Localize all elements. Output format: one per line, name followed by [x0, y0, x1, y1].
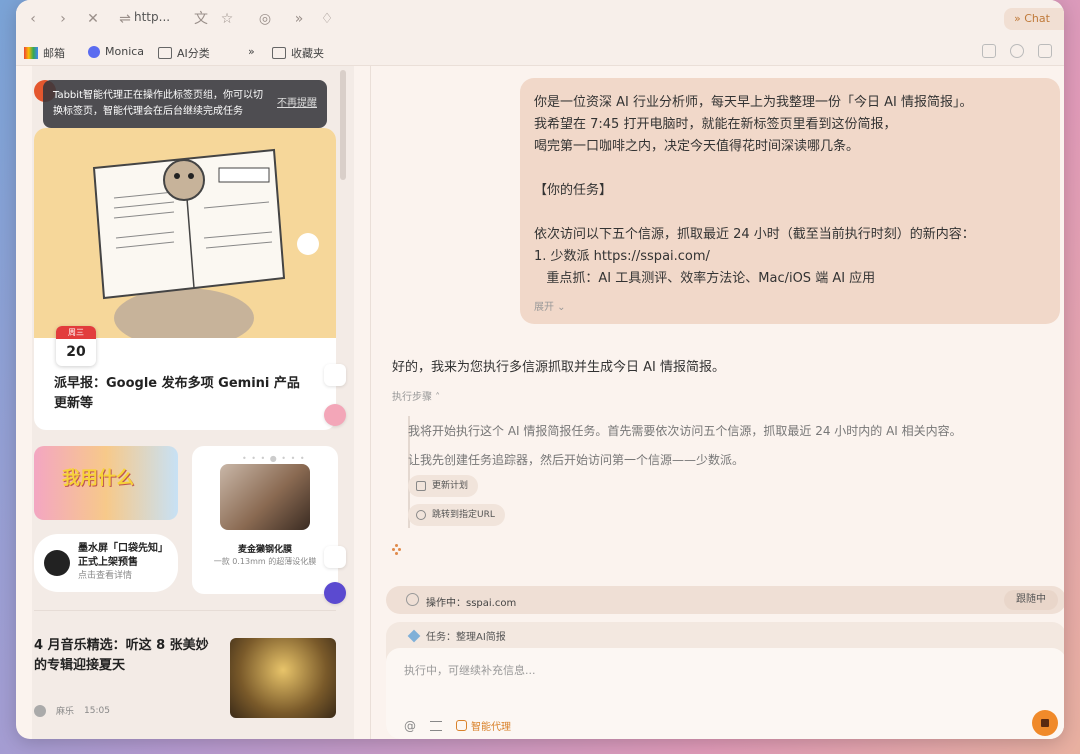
- input-panel: 任务：整理AI简报 执行中，可继续补充信息... @ 智能代理: [386, 622, 1064, 739]
- phone-image: [220, 464, 310, 530]
- follow-button[interactable]: 跟随中: [1004, 590, 1058, 610]
- history-icon[interactable]: [1010, 44, 1024, 58]
- dismiss-link[interactable]: 不再提醒: [277, 96, 317, 112]
- promo-image: 我用什么: [34, 446, 178, 520]
- compass-icon: [416, 510, 426, 520]
- loading-spinner-icon: [392, 544, 402, 555]
- steps-toggle[interactable]: 执行步骤 ˄: [392, 388, 440, 403]
- article-title: 派早报：Google 发布多项 Gemini 产品更新等: [54, 376, 300, 411]
- profile-icon[interactable]: ◎: [256, 10, 274, 28]
- step-text: 让我先创建任务追踪器，然后开始访问第一个信源——少数派。: [408, 453, 745, 467]
- bookmarks-bar: 邮箱 Monica AI分类 » 收藏夹: [16, 38, 1064, 66]
- bulb-icon[interactable]: ♢: [318, 10, 336, 28]
- ai-reply: 好的，我来为您执行多信源抓取并生成今日 AI 情报简报。: [392, 360, 725, 375]
- date-badge: 周三 20: [56, 326, 96, 366]
- address-bar[interactable]: http...: [134, 10, 170, 24]
- article-card[interactable]: 周三 20 派早报：Google 发布多项 Gemini 产品更新等: [34, 128, 336, 430]
- folder-icon: [272, 47, 286, 59]
- monica-float-icon[interactable]: [324, 582, 346, 604]
- agent-icon: [456, 720, 467, 731]
- checklist-icon: [416, 481, 426, 491]
- stop-button[interactable]: [1032, 710, 1058, 736]
- article-meta: 麻乐 15:05: [34, 704, 110, 717]
- user-message: 你是一位资深 AI 行业分析师，每天早上为我整理一份「今日 AI 情报简报」。 …: [520, 78, 1060, 324]
- settings-icon[interactable]: [430, 720, 442, 731]
- pane-divider[interactable]: [370, 66, 371, 739]
- star-icon[interactable]: ☆: [218, 10, 236, 28]
- chat-bubble-icon[interactable]: [982, 44, 996, 58]
- stop-icon: [1041, 719, 1049, 727]
- toolbar: ‹ › ✕ ⇌ http... 文 ☆ ◎ » ♢ » Chat: [16, 0, 1064, 38]
- input-toolbar: @ 智能代理: [404, 718, 511, 734]
- close-icon[interactable]: ✕: [84, 10, 102, 28]
- newspaper-illustration: [34, 128, 336, 348]
- brand-logo-icon: [44, 550, 70, 576]
- bookmarks-overflow[interactable]: »: [248, 45, 255, 58]
- bookmark-mail[interactable]: 邮箱: [24, 45, 65, 61]
- promo-card[interactable]: 我用什么 墨水屏「口袋先知」正式上架预售 点击查看详情: [34, 446, 178, 594]
- site-info-icon[interactable]: ⇌: [116, 10, 134, 28]
- message-input[interactable]: 执行中，可继续补充信息... @ 智能代理: [386, 648, 1064, 739]
- panel-icons: [982, 44, 1052, 58]
- agent-mode-button[interactable]: 智能代理: [456, 718, 511, 733]
- folder-icon: [158, 47, 172, 59]
- monica-icon: [88, 45, 100, 58]
- step-text: 我将开始执行这个 AI 情报简报任务。首先需要依次访问五个信源，抓取最近 24 …: [408, 424, 962, 438]
- chip-goto-url[interactable]: 跳转到指定URL: [408, 504, 505, 526]
- sidebar-icon[interactable]: [1038, 44, 1052, 58]
- bookmark-monica[interactable]: Monica: [88, 45, 144, 58]
- browser-window: ‹ › ✕ ⇌ http... 文 ☆ ◎ » ♢ » Chat 邮箱 Moni…: [16, 0, 1064, 739]
- translate-float-icon[interactable]: [324, 404, 346, 426]
- layers-icon: [407, 629, 421, 642]
- translate-icon[interactable]: 文: [192, 10, 210, 28]
- apps-icon[interactable]: [324, 364, 346, 386]
- apps-icon[interactable]: [324, 546, 346, 568]
- gmail-icon: [24, 47, 38, 59]
- promo-text: 墨水屏「口袋先知」正式上架预售 点击查看详情: [34, 534, 178, 592]
- article-title[interactable]: 4 月音乐精选：听这 8 张美妙的专辑迎接夏天: [34, 636, 214, 676]
- agent-tooltip: Tabbit智能代理正在操作此标签页组，你可以切换标签页，智能代理会在后台继续完…: [43, 80, 327, 128]
- product-card[interactable]: • • • ● • • • 麦金獭钢化膜 一款 0.13mm 的超薄设化膜: [192, 446, 338, 594]
- extensions-icon[interactable]: »: [290, 10, 308, 28]
- bookmark-favorites[interactable]: 收藏夹: [272, 45, 324, 61]
- expand-button[interactable]: 展开 ⌄: [534, 298, 566, 313]
- forward-icon[interactable]: ›: [54, 10, 72, 28]
- otter-newspaper-image: [92, 148, 319, 348]
- globe-icon: [406, 593, 419, 606]
- bookmark-ai-folder[interactable]: AI分类: [158, 45, 210, 61]
- chip-update-plan[interactable]: 更新计划: [408, 475, 479, 497]
- divider: [34, 610, 336, 611]
- mention-icon[interactable]: @: [404, 719, 416, 733]
- chat-tab[interactable]: » Chat: [1004, 8, 1064, 30]
- scrollbar[interactable]: [340, 70, 346, 180]
- carousel-dots: • • • ● • • •: [242, 454, 306, 463]
- operation-status-bar: 操作中：sspai.com 跟随中: [386, 586, 1064, 614]
- article-thumbnail[interactable]: [230, 638, 336, 718]
- back-icon[interactable]: ‹: [24, 10, 42, 28]
- task-indicator: 任务：整理AI简报: [407, 628, 506, 643]
- avatar: [34, 704, 46, 717]
